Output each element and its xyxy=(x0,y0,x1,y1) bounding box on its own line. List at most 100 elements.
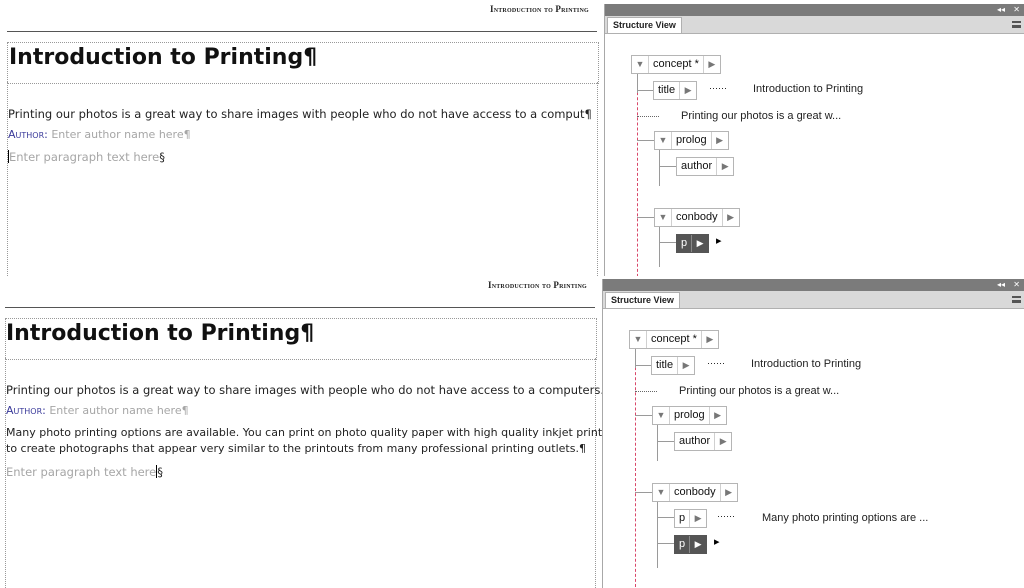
node-menu-arrow-icon[interactable]: ▶ xyxy=(714,433,731,450)
node-concept[interactable]: ▼ concept * ▶ xyxy=(631,55,721,74)
node-menu-arrow-icon[interactable]: ▶ xyxy=(719,484,737,501)
node-menu-arrow-icon[interactable]: ▶ xyxy=(691,235,708,252)
panel-titlebar: ◂◂ ✕ xyxy=(603,279,1024,291)
preview-dots: ······ xyxy=(707,358,725,368)
node-conbody[interactable]: ▼ conbody ▶ xyxy=(652,483,738,502)
insertion-caret-icon: ▸ xyxy=(714,536,720,548)
tree-line xyxy=(657,517,675,518)
node-label: title xyxy=(656,359,674,371)
shortdesc-preview[interactable]: Printing our photos is a great w... xyxy=(679,385,839,397)
node-label: p xyxy=(679,538,686,550)
twisty-icon[interactable]: ▼ xyxy=(655,132,672,149)
node-menu-arrow-icon[interactable]: ▶ xyxy=(710,132,728,149)
paragraph-text[interactable]: Many photo printing options are availabl… xyxy=(6,425,619,457)
p-preview[interactable]: Many photo printing options are ... xyxy=(762,512,928,524)
tab-structure-view[interactable]: Structure View xyxy=(607,17,682,33)
running-header: Introduction to Printing xyxy=(488,280,587,290)
node-conbody[interactable]: ▼ conbody ▶ xyxy=(654,208,740,227)
tree-line xyxy=(659,150,660,186)
topic-title[interactable]: Introduction to Printing¶ xyxy=(6,321,314,346)
panel-menu-icon[interactable] xyxy=(1012,21,1021,28)
shortdesc-connector xyxy=(637,116,659,117)
author-field[interactable]: Author: Enter author name here¶ xyxy=(8,128,191,141)
preview-dots: ······ xyxy=(709,83,727,93)
node-prolog[interactable]: ▼ prolog ▶ xyxy=(652,406,727,425)
topic-title[interactable]: Introduction to Printing¶ xyxy=(9,45,317,70)
tree-line xyxy=(657,543,675,544)
insertion-guide xyxy=(635,352,636,588)
tree-line xyxy=(657,425,658,461)
node-label: conbody xyxy=(674,486,716,498)
node-label: author xyxy=(679,435,711,447)
node-label: p xyxy=(679,512,686,524)
tree-line xyxy=(635,365,652,366)
node-label: concept * xyxy=(651,333,697,345)
paragraph-line: to create photographs that appear very s… xyxy=(6,442,586,455)
title-preview: Introduction to Printing xyxy=(751,358,862,370)
paragraph-placeholder[interactable]: Enter paragraph text here xyxy=(6,465,156,479)
node-author[interactable]: author ▶ xyxy=(676,157,735,176)
author-placeholder[interactable]: Enter author name here¶ xyxy=(51,128,190,141)
insertion-caret-icon: ▸ xyxy=(716,235,722,247)
shortdesc-preview[interactable]: Printing our photos is a great w... xyxy=(681,110,841,122)
shortdesc-text[interactable]: Printing our photos is a great way to sh… xyxy=(8,107,592,121)
panel-menu-icon[interactable] xyxy=(1012,296,1021,303)
tree-line xyxy=(657,502,658,568)
node-label: prolog xyxy=(676,134,707,146)
paragraph-field[interactable]: Enter paragraph text here§ xyxy=(8,150,165,164)
tab-structure-view[interactable]: Structure View xyxy=(605,292,680,308)
close-icon[interactable]: ✕ xyxy=(1013,279,1020,291)
collapse-icon[interactable]: ◂◂ xyxy=(997,279,1005,291)
structure-view-panel: ◂◂ ✕ Structure View ▼ concept * ▶ title ▶ ·… xyxy=(602,279,1024,588)
panel-titlebar: ◂◂ ✕ xyxy=(605,4,1024,16)
node-label: p xyxy=(681,237,688,249)
structure-view-panel: ◂◂ ✕ Structure View ▼ concept * ▶ title ▶ ·… xyxy=(604,4,1024,276)
twisty-icon[interactable]: ▼ xyxy=(632,56,649,73)
header-rule xyxy=(7,31,597,32)
collapse-icon[interactable]: ◂◂ xyxy=(997,4,1005,16)
author-placeholder[interactable]: Enter author name here¶ xyxy=(49,404,188,417)
node-label: prolog xyxy=(674,409,705,421)
node-menu-arrow-icon[interactable]: ▶ xyxy=(708,407,726,424)
paragraph-placeholder[interactable]: Enter paragraph text here xyxy=(9,150,159,164)
shortdesc-text[interactable]: Printing our photos is a great way to sh… xyxy=(6,383,611,397)
panel-tab-bar: Structure View xyxy=(603,291,1024,309)
author-field[interactable]: Author: Enter author name here¶ xyxy=(6,404,189,417)
node-menu-arrow-icon[interactable]: ▶ xyxy=(702,56,720,73)
close-icon[interactable]: ✕ xyxy=(1013,4,1020,16)
author-label: Author: xyxy=(8,128,48,141)
node-author[interactable]: author ▶ xyxy=(674,432,733,451)
node-title[interactable]: title ▶ xyxy=(653,81,698,100)
twisty-icon[interactable]: ▼ xyxy=(655,209,672,226)
node-p-selected[interactable]: p ▶ xyxy=(674,535,708,554)
node-title[interactable]: title ▶ xyxy=(651,356,696,375)
node-label: concept * xyxy=(653,58,699,70)
node-label: conbody xyxy=(676,211,718,223)
paragraph-field[interactable]: Enter paragraph text here§ xyxy=(6,465,163,479)
node-p[interactable]: p ▶ xyxy=(674,509,708,528)
section-mark: § xyxy=(157,465,163,479)
node-prolog[interactable]: ▼ prolog ▶ xyxy=(654,131,729,150)
panel-tab-bar: Structure View xyxy=(605,16,1024,34)
twisty-icon[interactable]: ▼ xyxy=(630,331,647,348)
running-header: Introduction to Printing xyxy=(490,4,589,14)
tree-line xyxy=(635,415,652,416)
node-menu-arrow-icon[interactable]: ▶ xyxy=(677,357,694,374)
node-menu-arrow-icon[interactable]: ▶ xyxy=(721,209,739,226)
top-screenshot: Introduction to Printing Introduction to… xyxy=(0,0,1024,276)
node-menu-arrow-icon[interactable]: ▶ xyxy=(689,536,706,553)
twisty-icon[interactable]: ▼ xyxy=(653,407,670,424)
paragraph-line: Many photo printing options are availabl… xyxy=(6,426,620,439)
bottom-screenshot: Introduction to Printing Introduction to… xyxy=(0,276,1024,588)
node-menu-arrow-icon[interactable]: ▶ xyxy=(700,331,718,348)
twisty-icon[interactable]: ▼ xyxy=(653,484,670,501)
tree-line xyxy=(637,140,654,141)
node-label: title xyxy=(658,84,676,96)
node-p-selected[interactable]: p ▶ xyxy=(676,234,710,253)
node-menu-arrow-icon[interactable]: ▶ xyxy=(716,158,733,175)
node-menu-arrow-icon[interactable]: ▶ xyxy=(679,82,696,99)
node-menu-arrow-icon[interactable]: ▶ xyxy=(689,510,706,527)
node-concept[interactable]: ▼ concept * ▶ xyxy=(629,330,719,349)
tree-line xyxy=(659,166,677,167)
author-label: Author: xyxy=(6,404,46,417)
